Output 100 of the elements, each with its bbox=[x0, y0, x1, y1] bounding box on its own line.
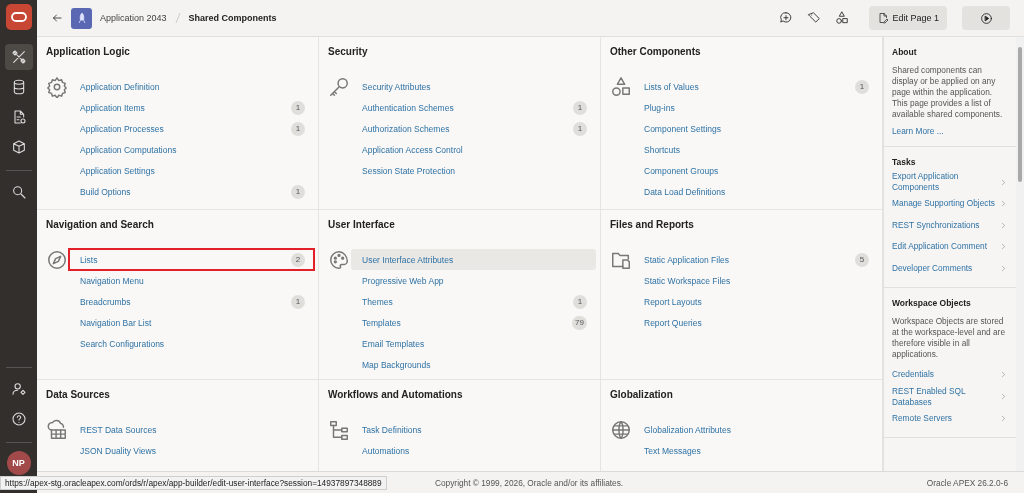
count-badge: 2 bbox=[291, 252, 305, 267]
component-link[interactable]: Map Backgrounds bbox=[351, 354, 596, 375]
learn-more-link[interactable]: Learn More ... bbox=[892, 126, 944, 136]
about-text: Shared components can display or be applied on any page within the application. This page provides a list of available shared components. bbox=[892, 65, 1004, 120]
panel-title: About bbox=[892, 47, 918, 57]
task-link[interactable]: Edit Application Comment bbox=[892, 241, 999, 253]
section-title: Navigation and Search bbox=[46, 218, 155, 232]
component-link[interactable]: Email Templates bbox=[351, 333, 596, 354]
gear-icon bbox=[46, 76, 68, 98]
count-badge: 5 bbox=[855, 252, 869, 267]
count-badge: 1 bbox=[291, 184, 305, 199]
chevron-right-icon bbox=[999, 177, 1008, 187]
component-link[interactable]: Task Definitions bbox=[351, 419, 596, 440]
edit-page-button[interactable]: Edit Page 1 bbox=[869, 6, 947, 30]
back-arrow-icon bbox=[51, 12, 63, 24]
component-link[interactable]: Application Computations bbox=[69, 139, 314, 160]
component-link[interactable]: Authorization Schemes 1 bbox=[351, 118, 596, 139]
chevron-right-icon bbox=[999, 242, 1008, 252]
component-link[interactable]: User Interface Attributes bbox=[351, 249, 596, 270]
component-link[interactable]: Build Options 1 bbox=[69, 181, 314, 202]
section-title: User Interface bbox=[328, 218, 396, 232]
component-link[interactable]: Application Definition bbox=[69, 76, 314, 97]
component-link[interactable]: Lists 2 bbox=[69, 249, 314, 270]
component-link[interactable]: Application Processes 1 bbox=[69, 118, 314, 139]
user-settings-icon bbox=[10, 381, 27, 397]
page-title: Shared Components bbox=[188, 13, 277, 23]
count-badge: 1 bbox=[855, 79, 869, 94]
count-badge: 1 bbox=[291, 294, 305, 309]
scroll-bar[interactable] bbox=[1016, 37, 1024, 471]
component-link[interactable]: Data Load Definitions bbox=[633, 181, 878, 202]
task-link[interactable]: REST Synchronizations bbox=[892, 219, 999, 231]
component-link[interactable]: Session State Protection bbox=[351, 160, 596, 181]
component-link[interactable]: Navigation Menu bbox=[69, 270, 314, 291]
component-link[interactable]: Text Messages bbox=[633, 440, 878, 461]
chevron-right-icon bbox=[999, 199, 1008, 209]
panel-title: Tasks bbox=[892, 157, 917, 167]
chevron-right-icon bbox=[999, 413, 1008, 423]
tools-button[interactable] bbox=[4, 44, 33, 70]
component-link[interactable]: Plug-ins bbox=[633, 97, 878, 118]
component-link[interactable]: Application Access Control bbox=[351, 139, 596, 160]
page-edit-icon bbox=[877, 12, 890, 24]
component-link[interactable]: JSON Duality Views bbox=[69, 440, 314, 461]
cube-icon bbox=[10, 139, 27, 155]
logo-icon[interactable] bbox=[5, 4, 32, 30]
component-link[interactable]: Lists of Values 1 bbox=[633, 76, 878, 97]
component-link[interactable]: REST Data Sources bbox=[69, 419, 314, 440]
component-link[interactable]: Navigation Bar List bbox=[69, 312, 314, 333]
panel-title: Workspace Objects bbox=[892, 298, 972, 308]
workspace-text: Workspace Objects are stored at the workspace-level and are therefore visible in all applications. bbox=[892, 316, 1006, 360]
component-link[interactable]: Authentication Schemes 1 bbox=[351, 97, 596, 118]
version-text: Oracle APEX 26.2.0-6 bbox=[926, 477, 1008, 488]
tools-icon bbox=[10, 49, 27, 65]
component-link[interactable]: Application Items 1 bbox=[69, 97, 314, 118]
component-link[interactable]: Static Workspace Files bbox=[633, 270, 878, 291]
section-title: Globalization bbox=[610, 388, 674, 402]
breadcrumb-link[interactable]: Application 2043 bbox=[100, 13, 167, 23]
shapes-icon bbox=[835, 11, 850, 25]
copyright-text: Copyright © 1999, 2026, Oracle and/or its affiliates. bbox=[435, 477, 624, 488]
component-link[interactable]: Static Application Files 5 bbox=[633, 249, 878, 270]
component-link[interactable]: Application Settings bbox=[69, 160, 314, 181]
component-link[interactable]: Globalization Attributes bbox=[633, 419, 878, 440]
workspace-link[interactable]: Remote Servers bbox=[892, 412, 999, 424]
status-url-tooltip: https://apex-stg.oracleapex.com/ords/r/apex/app-builder/edit-user-interface?session=14937897348889 bbox=[0, 476, 387, 490]
section-title: Application Logic bbox=[46, 45, 131, 59]
component-link[interactable]: Search Configurations bbox=[69, 333, 314, 354]
run-button[interactable] bbox=[962, 6, 1010, 30]
cloud-table-icon bbox=[46, 419, 68, 441]
task-link[interactable]: Export Application Components bbox=[892, 171, 999, 193]
component-link[interactable]: Shortcuts bbox=[633, 139, 878, 160]
task-link[interactable]: Manage Supporting Objects bbox=[892, 198, 999, 210]
component-link[interactable]: Automations bbox=[351, 440, 596, 461]
globe-icon bbox=[610, 419, 632, 441]
workspace-link[interactable]: Credentials bbox=[892, 369, 999, 381]
component-link[interactable]: Security Attributes bbox=[351, 76, 596, 97]
palette-icon bbox=[328, 249, 350, 271]
count-badge: 1 bbox=[573, 100, 587, 115]
count-badge: 1 bbox=[573, 121, 587, 136]
chevron-right-icon bbox=[999, 263, 1008, 273]
key-icon bbox=[328, 76, 350, 98]
count-badge: 1 bbox=[291, 121, 305, 136]
section-title: Other Components bbox=[610, 45, 702, 59]
component-link[interactable]: Breadcrumbs 1 bbox=[69, 291, 314, 312]
play-icon bbox=[979, 11, 993, 25]
avatar[interactable]: NP bbox=[6, 451, 31, 475]
component-link[interactable]: Component Groups bbox=[633, 160, 878, 181]
component-link[interactable]: Report Layouts bbox=[633, 291, 878, 312]
component-link[interactable]: Report Queries bbox=[633, 312, 878, 333]
task-link[interactable]: Developer Comments bbox=[892, 262, 999, 274]
hierarchy-icon bbox=[328, 419, 350, 441]
component-link[interactable]: Progressive Web App bbox=[351, 270, 596, 291]
section-title: Workflows and Automations bbox=[328, 388, 464, 402]
shapes-icon bbox=[610, 76, 632, 98]
component-link[interactable]: Templates 79 bbox=[351, 312, 596, 333]
chevron-right-icon bbox=[999, 392, 1008, 401]
component-link[interactable]: Component Settings bbox=[633, 118, 878, 139]
comment-add-icon bbox=[779, 11, 794, 25]
compass-icon bbox=[46, 249, 68, 271]
help-icon bbox=[10, 411, 27, 427]
component-link[interactable]: Themes 1 bbox=[351, 291, 596, 312]
workspace-link[interactable]: REST Enabled SQL Databases bbox=[892, 385, 999, 408]
